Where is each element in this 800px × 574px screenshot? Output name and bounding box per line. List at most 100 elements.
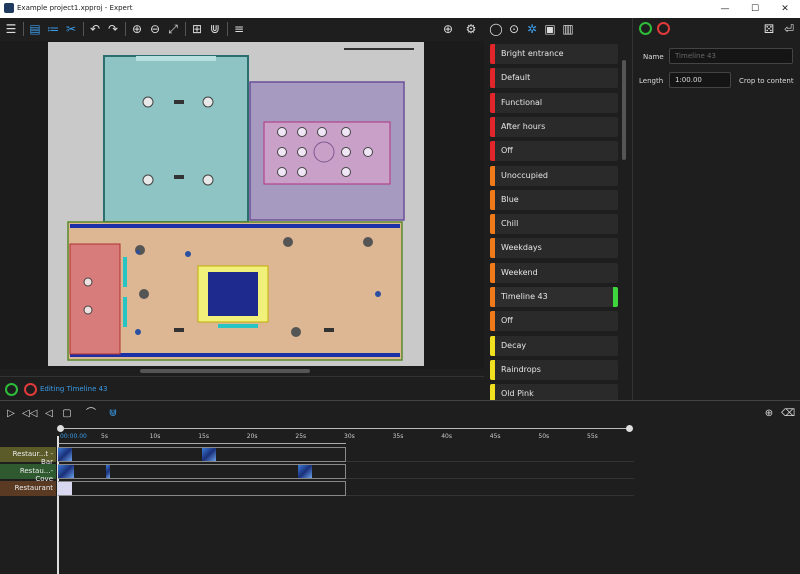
timeline-clip[interactable] (106, 465, 110, 478)
confirm-edit-icon[interactable] (5, 383, 18, 396)
floorplan[interactable] (48, 42, 424, 366)
add-track-icon[interactable]: ⊕ (762, 407, 776, 421)
length-field[interactable]: 1:00.00 (669, 72, 731, 88)
timeline-clip[interactable] (298, 465, 312, 478)
timeline-tick-label: 15s (198, 433, 209, 440)
horizontal-scrollbar[interactable] (140, 369, 310, 373)
stop-icon[interactable]: ▢ (60, 407, 74, 421)
track-label[interactable]: Restaur...t - Bar (0, 447, 56, 466)
scene-label: Unoccupied (501, 170, 548, 180)
tools-icon[interactable]: ✂ (63, 21, 79, 37)
film-icon[interactable]: ▥ (560, 21, 576, 37)
magnet-icon[interactable]: ⋓ (207, 21, 223, 37)
scene-item[interactable]: Bright entrance (490, 44, 618, 64)
app-icon (4, 3, 14, 13)
scene-item[interactable]: Weekdays (490, 238, 618, 259)
scene-item[interactable]: Timeline 43 (490, 287, 618, 307)
scene-list: Bright entrance Default Functional After ho… (484, 41, 632, 405)
maximize-button[interactable]: ☐ (740, 0, 770, 18)
fit-view-icon[interactable]: ⤢ (165, 21, 181, 37)
track-content-box[interactable] (58, 481, 346, 496)
timeline-range-slider[interactable] (60, 428, 630, 429)
scene-item[interactable]: Default (490, 68, 618, 89)
layout-edit-icon[interactable]: ▤ (27, 21, 43, 37)
close-window-button[interactable]: ✕ (770, 0, 800, 18)
timeline-clip[interactable] (58, 482, 72, 495)
scene-color-bar (490, 165, 495, 186)
edit-status-bar: Editing Timeline 43 (0, 376, 484, 400)
cancel-edit-icon[interactable] (24, 383, 37, 396)
track-label[interactable]: Restaurant (0, 481, 56, 496)
scene-color-bar (490, 44, 495, 64)
rewind-icon[interactable]: ◁◁ (22, 407, 37, 421)
step-back-icon[interactable]: ◁ (42, 407, 56, 421)
timeline-tick-label: 30s (344, 433, 355, 440)
scene-item[interactable]: Off (490, 141, 618, 162)
scene-label: Timeline 43 (501, 292, 548, 301)
scene-color-bar (490, 335, 495, 356)
scene-color-bar (490, 214, 495, 235)
minimize-button[interactable]: — (710, 0, 740, 18)
scene-item[interactable]: Unoccupied (490, 165, 618, 186)
scene-color-bar (490, 116, 495, 137)
selected-indicator (613, 287, 618, 307)
picture-icon[interactable]: ▣ (542, 21, 558, 37)
scene-list-scrollbar[interactable] (622, 60, 626, 160)
play-icon[interactable]: ▷ (4, 407, 18, 421)
toolbar-divider (227, 22, 228, 36)
scene-label: Old Pink (501, 389, 534, 399)
timeline-tick-label: 55s (587, 433, 598, 440)
menu-icon[interactable]: ☰ (3, 21, 19, 37)
scene-item[interactable]: Raindrops (490, 359, 618, 380)
timeline-start-time: 00:00.00 (60, 433, 87, 440)
scene-color-bar (490, 287, 495, 307)
properties-panel: ⚄ ⏎ Name Timeline 43 Length 1:00.00 Crop… (632, 18, 800, 400)
magnet-icon[interactable]: ⋓ (106, 407, 120, 421)
scene-item[interactable]: Weekend (490, 262, 618, 283)
timeline-ruler (58, 443, 346, 444)
settings-gear-icon[interactable]: ⚙ (463, 21, 479, 37)
list-icon[interactable]: ≔ (45, 21, 61, 37)
broadcast-icon[interactable]: ⌒ (84, 407, 98, 421)
filter-icon[interactable]: ≡ (231, 21, 247, 37)
scene-label: Blue (501, 194, 519, 204)
grid-icon[interactable]: ⊞ (189, 21, 205, 37)
exit-icon[interactable]: ⏎ (781, 21, 797, 37)
scene-label: Weekdays (501, 243, 542, 253)
track-label[interactable]: Restau...- Cove (0, 464, 56, 483)
timeline-tick-label: 10s (149, 433, 161, 440)
effects-gear-icon[interactable]: ✲ (524, 21, 540, 37)
name-label: Name (643, 53, 664, 61)
redo-icon[interactable]: ↷ (105, 21, 121, 37)
timeline-tick-label: 35s (392, 433, 404, 440)
scene-item[interactable]: Functional (490, 92, 618, 113)
trash-icon[interactable]: ⌫ (781, 407, 795, 421)
window-title-bar: Example project1.xpproj - Expert — ☐ ✕ (0, 0, 800, 18)
name-field[interactable]: Timeline 43 (669, 48, 793, 64)
scene-label: Raindrops (501, 364, 541, 374)
undo-icon[interactable]: ↶ (87, 21, 103, 37)
scene-color-bar (490, 238, 495, 259)
scene-item[interactable]: Chill (490, 214, 618, 235)
scene-color-bar (490, 262, 495, 283)
zoom-out-icon[interactable]: ⊖ (147, 21, 163, 37)
crop-to-content-button[interactable]: Crop to content (739, 77, 794, 85)
range-end-handle[interactable] (626, 425, 633, 432)
cancel-props-icon[interactable] (657, 22, 670, 35)
scene-label: Decay (501, 340, 527, 350)
zoom-in-icon[interactable]: ⊕ (129, 21, 145, 37)
add-icon[interactable]: ⊕ (440, 21, 456, 37)
range-start-handle[interactable] (57, 425, 64, 432)
scene-item[interactable]: Off (490, 311, 618, 332)
scene-item[interactable]: After hours (490, 116, 618, 137)
bulb-icon[interactable]: ◯ (488, 21, 504, 37)
timeline-clip[interactable] (58, 448, 72, 461)
dice-icon[interactable]: ⚄ (761, 21, 777, 37)
timeline-clip[interactable] (202, 448, 216, 461)
dimmer-icon[interactable]: ⊙ (506, 21, 522, 37)
timeline-clip[interactable] (58, 465, 74, 478)
scene-item[interactable]: Blue (490, 189, 618, 210)
window-title: Example project1.xpproj - Expert (17, 4, 133, 12)
confirm-props-icon[interactable] (639, 22, 652, 35)
scene-item[interactable]: Decay (490, 335, 618, 356)
